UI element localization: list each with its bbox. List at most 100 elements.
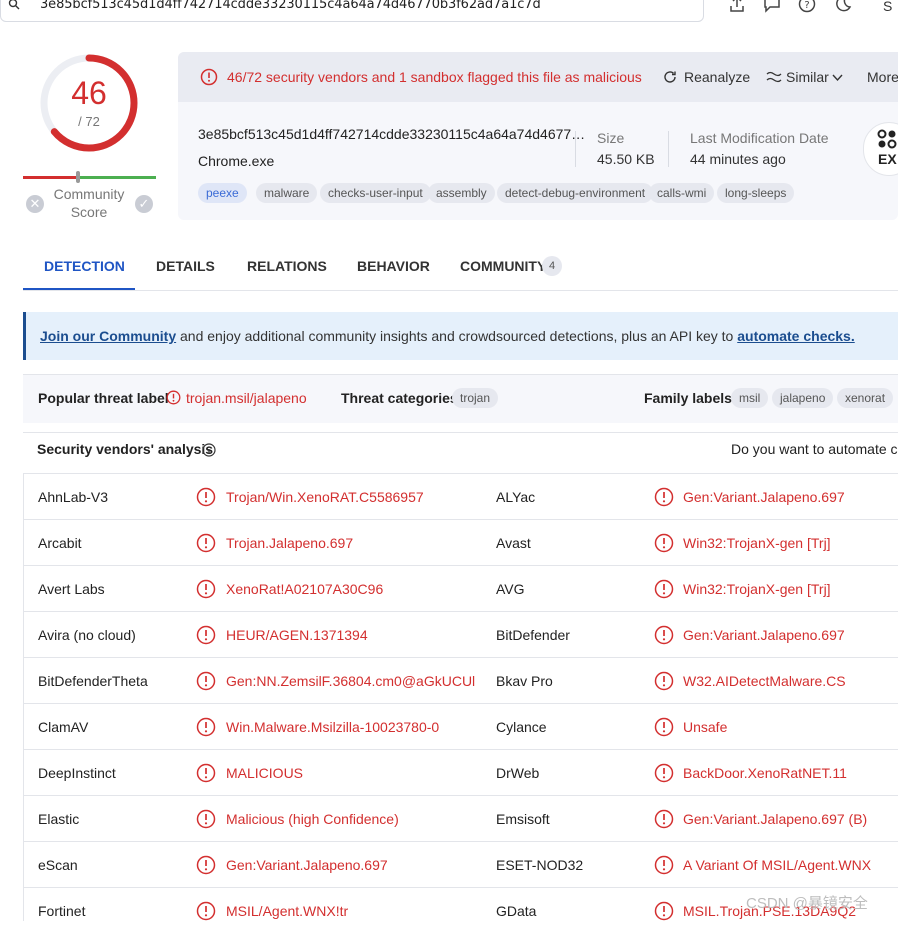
file-hash[interactable]: 3e85bcf513c45d1d4ff742714cdde33230115c4a…: [198, 126, 585, 142]
vendor-name: Avast: [496, 535, 531, 551]
table-row: Avira (no cloud) HEUR/AGEN.1371394 BitDefe…: [23, 611, 898, 658]
malicious-icon: [654, 763, 674, 783]
popular-threat-label-value[interactable]: trojan.msil/jalapeno: [186, 390, 307, 406]
detection-result[interactable]: Win32:TrojanX-gen [Trj]: [683, 535, 831, 551]
detection-result[interactable]: MALICIOUS: [226, 765, 303, 781]
exe-file-icon: [877, 129, 897, 149]
file-tag[interactable]: checks-user-input: [320, 183, 431, 203]
detection-result[interactable]: MSIL/Agent.WNX!tr: [226, 903, 348, 919]
file-tag[interactable]: detect-debug-environment: [497, 183, 654, 203]
vendor-name: GData: [496, 903, 537, 919]
chat-icon[interactable]: [763, 0, 781, 13]
active-tab-indicator: [23, 288, 135, 290]
file-tag[interactable]: malware: [256, 183, 318, 203]
vendor-name: Arcabit: [38, 535, 82, 551]
detection-result[interactable]: Gen:Variant.Jalapeno.697 (B): [683, 811, 867, 827]
alert-icon: [200, 68, 218, 86]
last-modified-label: Last Modification Date: [690, 130, 829, 146]
family-labels-title: Family labels: [644, 390, 732, 406]
detection-result[interactable]: Trojan.Jalapeno.697: [226, 535, 353, 551]
detection-result[interactable]: BackDoor.XenoRatNET.11: [683, 765, 847, 781]
table-row: BitDefenderTheta Gen:NN.ZemsilF.36804.cm0…: [23, 657, 898, 704]
sign-in-link[interactable]: S: [883, 0, 892, 14]
malicious-icon: [654, 579, 674, 599]
malicious-icon: [654, 533, 674, 553]
detection-result[interactable]: Gen:Variant.Jalapeno.697: [683, 627, 845, 643]
vendor-name: AVG: [496, 581, 525, 597]
table-row: Elastic Malicious (high Confidence) Emsiso…: [23, 795, 898, 842]
detection-result[interactable]: XenoRat!A02107A30C96: [226, 581, 383, 597]
vendor-name: eScan: [38, 857, 78, 873]
detection-result[interactable]: Gen:Variant.Jalapeno.697: [683, 489, 845, 505]
dark-mode-icon[interactable]: [834, 0, 852, 13]
detection-result[interactable]: Win32:TrojanX-gen [Trj]: [683, 581, 831, 597]
vote-malicious-icon[interactable]: ✕: [26, 195, 44, 213]
malicious-icon: [196, 855, 216, 875]
detection-total: / 72: [78, 114, 100, 129]
vendor-name: Bkav Pro: [496, 673, 553, 689]
detection-result[interactable]: A Variant Of MSIL/Agent.WNX: [683, 857, 871, 873]
last-modified-value: 44 minutes ago: [690, 151, 786, 167]
detection-count: 46: [71, 75, 107, 111]
vendor-name: Emsisoft: [496, 811, 550, 827]
svg-text:?: ?: [804, 0, 809, 11]
banner-middle-text: and enjoy additional community insights …: [176, 328, 738, 344]
reanalyze-icon[interactable]: [663, 70, 677, 84]
file-tag[interactable]: calls-wmi: [649, 183, 715, 203]
tab-behavior[interactable]: BEHAVIOR: [357, 258, 430, 274]
community-label-line2: Score: [70, 204, 108, 220]
join-community-link[interactable]: Join our Community: [40, 328, 176, 344]
more-button[interactable]: More: [867, 69, 898, 85]
search-input[interactable]: 3e85bcf513c45d1d4ff742714cdde33230115c4a…: [40, 0, 541, 12]
threat-warning-icon: [166, 390, 181, 405]
size-value: 45.50 KB: [597, 151, 655, 167]
table-row: Avert Labs XenoRat!A02107A30C96 AVG Win32:T…: [23, 565, 898, 612]
detection-result[interactable]: Win.Malware.Msilzilla-10023780-0: [226, 719, 439, 735]
malicious-icon: [654, 809, 674, 829]
file-tag[interactable]: assembly: [428, 183, 495, 203]
family-label-pill[interactable]: msil: [731, 388, 769, 408]
detection-result[interactable]: Gen:Variant.Jalapeno.697: [226, 857, 388, 873]
search-icon[interactable]: [8, 0, 20, 10]
vendor-name: ESET-NOD32: [496, 857, 584, 873]
file-tag[interactable]: peexe: [198, 183, 247, 203]
community-count-badge: 4: [542, 256, 562, 276]
malicious-icon: [654, 855, 674, 875]
vendor-name: Avert Labs: [38, 581, 105, 597]
file-tag[interactable]: long-sleeps: [717, 183, 795, 203]
tab-detection[interactable]: DETECTION: [44, 258, 125, 274]
divider: [668, 131, 669, 167]
tab-community[interactable]: COMMUNITY: [460, 258, 546, 274]
reanalyze-button[interactable]: Reanalyze: [684, 69, 750, 85]
family-label-pill[interactable]: xenorat: [837, 388, 894, 408]
detection-result[interactable]: Gen:NN.ZemsilF.36804.cm0@aGkUCUl: [226, 673, 475, 689]
malicious-icon: [196, 717, 216, 737]
malicious-icon: [654, 901, 674, 921]
tab-details[interactable]: DETAILS: [156, 258, 215, 274]
info-icon[interactable]: [202, 443, 216, 457]
automate-checks-link[interactable]: automate checks.: [737, 328, 855, 344]
chevron-down-icon[interactable]: [832, 74, 843, 82]
tab-relations[interactable]: RELATIONS: [247, 258, 327, 274]
malicious-icon: [196, 579, 216, 599]
vendor-name: BitDefender: [496, 627, 570, 643]
community-score-marker: [76, 171, 80, 183]
table-row: AhnLab-V3 Trojan/Win.XenoRAT.C5586957 ALYa…: [23, 473, 898, 520]
similar-button[interactable]: Similar: [786, 69, 829, 85]
malicious-icon: [196, 533, 216, 553]
similar-icon[interactable]: [766, 71, 782, 83]
detection-result[interactable]: W32.AIDetectMalware.CS: [683, 673, 846, 689]
detection-result[interactable]: HEUR/AGEN.1371394: [226, 627, 368, 643]
family-label-pill[interactable]: jalapeno: [772, 388, 834, 408]
malicious-icon: [196, 901, 216, 921]
vote-harmless-icon[interactable]: ✓: [135, 195, 153, 213]
detection-result[interactable]: Malicious (high Confidence): [226, 811, 399, 827]
automate-prompt: Do you want to automate che: [731, 441, 898, 457]
threat-category-pill[interactable]: trojan: [452, 388, 499, 408]
upload-icon[interactable]: [728, 0, 746, 13]
detection-result[interactable]: Unsafe: [683, 719, 727, 735]
detection-result[interactable]: Trojan/Win.XenoRAT.C5586957: [226, 489, 424, 505]
malicious-icon: [196, 487, 216, 507]
vendor-name: Fortinet: [38, 903, 86, 919]
help-icon[interactable]: ?: [798, 0, 816, 13]
